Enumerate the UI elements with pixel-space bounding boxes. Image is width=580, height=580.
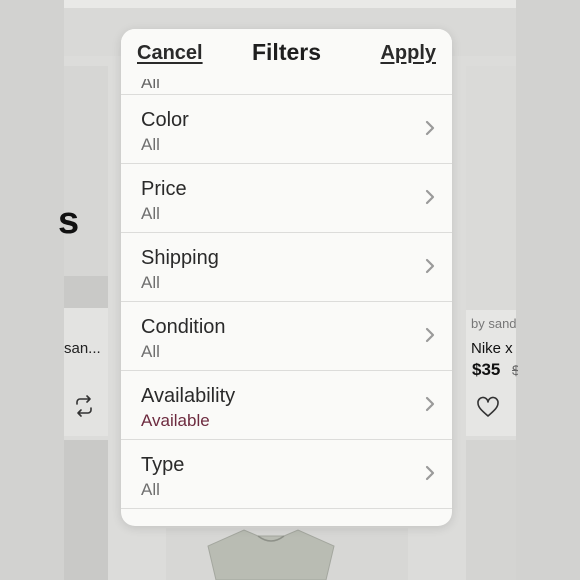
filter-row-value: All <box>141 480 160 499</box>
listing-title-left: san... <box>64 340 101 357</box>
filter-row-value: All <box>141 342 160 361</box>
filter-row-label: Color <box>141 109 189 131</box>
chevron-right-icon <box>425 465 435 481</box>
filter-row-value: All <box>141 135 160 154</box>
repost-icon <box>76 395 92 417</box>
chevron-right-icon <box>425 120 435 136</box>
listing-seller-byline: by sand <box>471 316 516 331</box>
listing-price: $35 <box>472 360 501 379</box>
filter-row-value: All <box>141 273 160 292</box>
filter-row-label: Availability <box>141 385 236 407</box>
background-right-column <box>516 0 580 580</box>
filter-row-condition[interactable]: Condition All <box>121 302 452 371</box>
filter-row-shipping[interactable]: Shipping All <box>121 233 452 302</box>
filter-row-label: Shipping <box>141 247 219 269</box>
background-listing-image-bottom-left <box>64 440 108 580</box>
shirt-image <box>207 529 335 580</box>
listing-original-price: $ <box>512 362 518 378</box>
listing-image-lettering: s <box>58 200 79 242</box>
filter-row-label: Price <box>141 178 187 200</box>
listing-image <box>64 66 108 276</box>
filter-row-type[interactable]: Type All <box>121 440 452 509</box>
filter-row-partial[interactable]: All <box>121 79 452 95</box>
chevron-right-icon <box>425 258 435 274</box>
background-listing-image-bottom-right <box>466 440 516 580</box>
background-listing-card-left <box>64 66 108 436</box>
listing-image <box>466 66 516 310</box>
filter-list: Color All Price All Shipping All Conditi… <box>121 95 452 509</box>
listing-title-right: Nike x <box>471 340 513 357</box>
heart-icon <box>477 396 499 417</box>
background-listing-card-right <box>466 66 516 436</box>
filter-row-availability[interactable]: Availability Available <box>121 371 452 440</box>
filter-row-value: All <box>141 79 160 92</box>
filters-header: Cancel Filters Apply <box>121 29 452 79</box>
background-left-column <box>0 0 64 580</box>
chevron-right-icon <box>425 396 435 412</box>
filter-row-value: Available <box>141 411 210 430</box>
chevron-right-icon <box>425 189 435 205</box>
filters-sheet: Cancel Filters Apply All Color All Price… <box>121 29 452 526</box>
filter-row-price[interactable]: Price All <box>121 164 452 233</box>
listing-image-footer <box>64 276 108 308</box>
filter-row-color[interactable]: Color All <box>121 95 452 164</box>
apply-button[interactable]: Apply <box>380 42 436 65</box>
filter-row-label: Type <box>141 454 185 476</box>
filter-row-value: All <box>141 204 160 223</box>
filter-row-label: Condition <box>141 316 226 338</box>
chevron-right-icon <box>425 327 435 343</box>
